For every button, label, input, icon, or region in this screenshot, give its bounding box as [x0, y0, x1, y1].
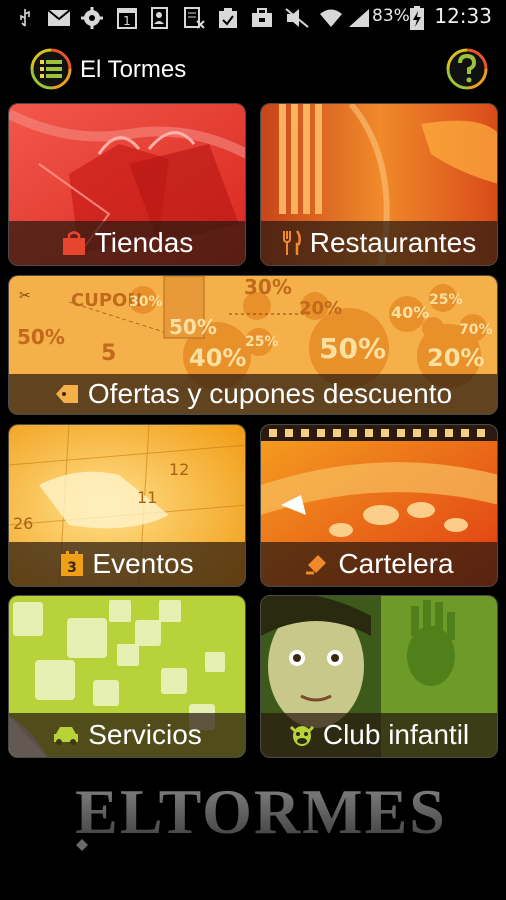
percent-30-text: 30%	[129, 294, 163, 310]
servicios-label-bar: Servicios	[9, 713, 245, 757]
calendar-icon: 3	[60, 551, 84, 577]
car-icon	[52, 724, 80, 746]
club-infantil-tile[interactable]: Club infantil	[260, 595, 498, 758]
tiendas-label: Tiendas	[94, 227, 194, 258]
clipboard-check-icon	[216, 8, 240, 28]
percent-40-text: 40%	[189, 344, 246, 372]
help-icon[interactable]	[446, 48, 488, 90]
ofertas-tile[interactable]: CUPON 50% 50% 30% 30% 20% 40% 25% 50% 20…	[8, 275, 498, 415]
cow-icon	[289, 723, 315, 747]
percent-40-text: 40%	[391, 303, 429, 322]
mail-icon	[46, 8, 72, 28]
battery-percent: 83%	[372, 6, 410, 26]
tag-icon	[54, 383, 80, 405]
ofertas-label-bar: Ofertas y cupones descuento	[9, 374, 497, 414]
eventos-label-bar: 3 Eventos	[9, 542, 245, 586]
signal-icon	[348, 8, 370, 28]
calendar-icon-number: 3	[68, 560, 78, 576]
calendar-day-text: 1	[123, 14, 131, 28]
settings-gear-icon	[80, 7, 104, 29]
shopping-bag-icon	[61, 230, 87, 256]
document-x-icon	[182, 7, 206, 29]
percent-50-text: 50%	[169, 315, 217, 339]
fork-knife-icon	[282, 230, 302, 256]
tiendas-tile[interactable]: Tiendas	[8, 103, 246, 266]
percent-50-text: 50%	[17, 325, 65, 349]
cartelera-tile[interactable]: Cartelera	[260, 424, 498, 587]
mute-icon	[284, 8, 310, 28]
film-clapper-icon	[304, 551, 330, 577]
num-26-text: 26	[13, 514, 33, 533]
restaurantes-label-bar: Restaurantes	[261, 221, 497, 265]
cartelera-label: Cartelera	[338, 548, 454, 579]
calendar-status-icon: 1	[116, 8, 138, 29]
servicios-tile[interactable]: Servicios	[8, 595, 246, 758]
briefcase-icon	[250, 8, 274, 28]
wifi-icon	[318, 8, 344, 28]
cartelera-label-bar: Cartelera	[261, 542, 497, 586]
eventos-label: Eventos	[92, 548, 194, 579]
restaurantes-label: Restaurantes	[309, 227, 477, 258]
list-menu-icon[interactable]	[30, 48, 72, 90]
usb-icon	[14, 8, 36, 28]
percent-20-text: 20%	[427, 344, 484, 372]
app-bar: El Tormes	[0, 40, 506, 100]
eventos-tile[interactable]: 12 11 26 3 Eventos	[8, 424, 246, 587]
club-infantil-label: Club infantil	[322, 719, 470, 750]
percent-20-text: 20%	[299, 298, 342, 319]
contacts-icon	[150, 7, 172, 29]
scissors-icon: ✂	[19, 288, 31, 304]
percent-25-text: 25%	[429, 292, 463, 308]
servicios-label: Servicios	[88, 719, 202, 750]
club-infantil-label-bar: Club infantil	[261, 713, 497, 757]
brand-logo-text: ELTORMES	[75, 776, 447, 847]
clock-time: 12:33	[434, 4, 492, 28]
percent-25-text: 25%	[245, 334, 279, 350]
percent-30-text: 30%	[244, 276, 292, 299]
restaurantes-tile[interactable]: Restaurantes	[260, 103, 498, 266]
eltormes-brand-logo: ELTORMES	[46, 775, 476, 855]
status-bar: 1 83% 12:33	[0, 0, 506, 36]
percent-70-text: 70%	[459, 322, 493, 338]
tiendas-label-bar: Tiendas	[9, 221, 245, 265]
num-12-text: 12	[169, 460, 189, 479]
app-title: El Tormes	[80, 56, 187, 83]
percent-50-text: 50%	[319, 332, 386, 365]
five-off-text: 5	[101, 341, 116, 366]
ofertas-label: Ofertas y cupones descuento	[87, 378, 453, 409]
num-11-text: 11	[137, 488, 157, 507]
battery-charging-icon	[408, 6, 426, 30]
